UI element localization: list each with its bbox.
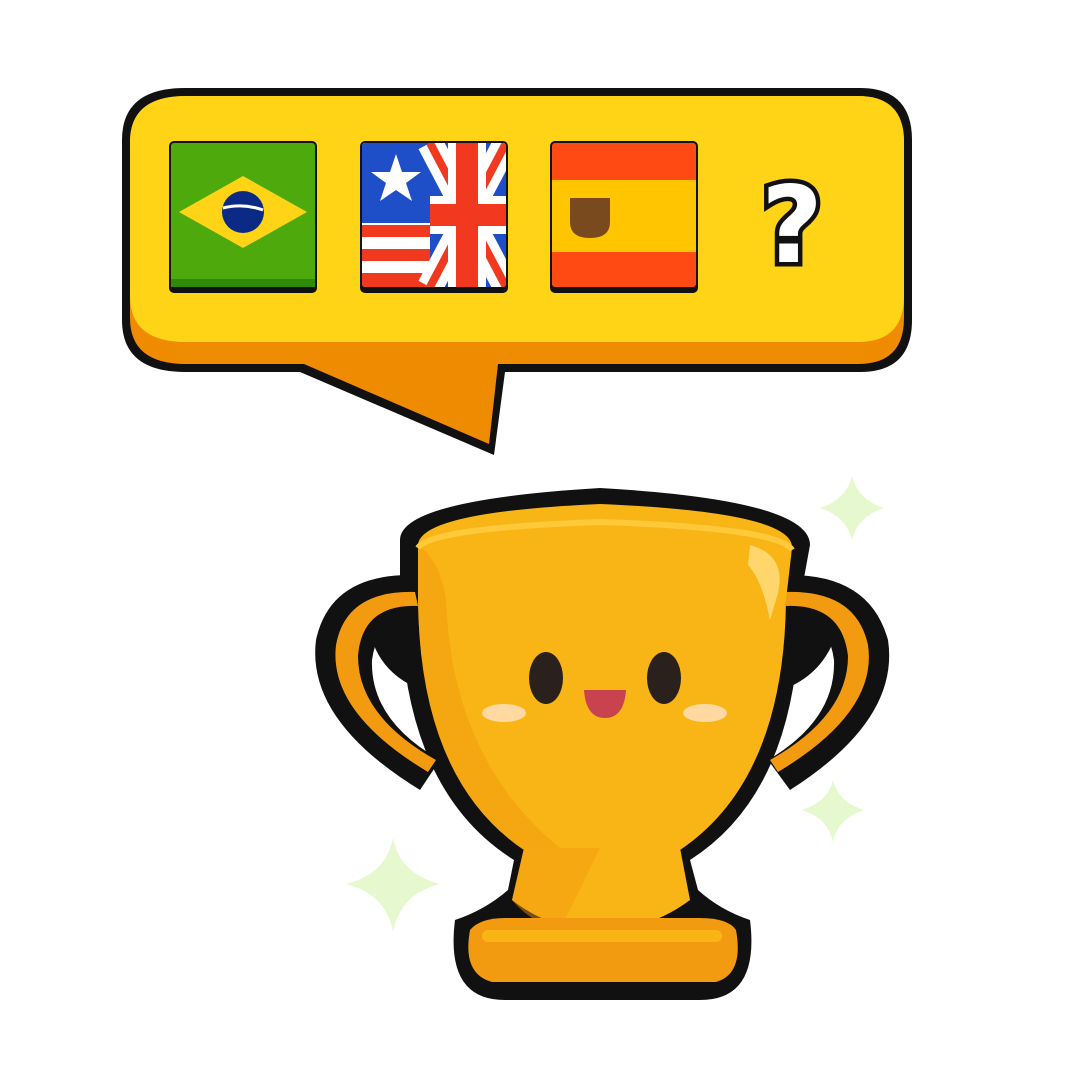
spain-flag-icon [550,141,698,293]
sparkle-icon [802,780,864,842]
canvas: ? [0,0,1080,1080]
sparkle-icon [820,476,884,540]
trophy-left-cheek [482,704,526,722]
trophy-mascot-icon [315,488,890,1000]
illustration: ? [122,88,912,1000]
trophy-right-eye [647,652,681,704]
trophy-right-cheek [683,704,727,722]
usa-uk-flag-icon [360,141,508,293]
question-mark: ? [761,164,823,287]
sparkle-icon [346,838,440,932]
trophy-left-eye [529,652,563,704]
brazil-flag-icon [169,141,317,293]
